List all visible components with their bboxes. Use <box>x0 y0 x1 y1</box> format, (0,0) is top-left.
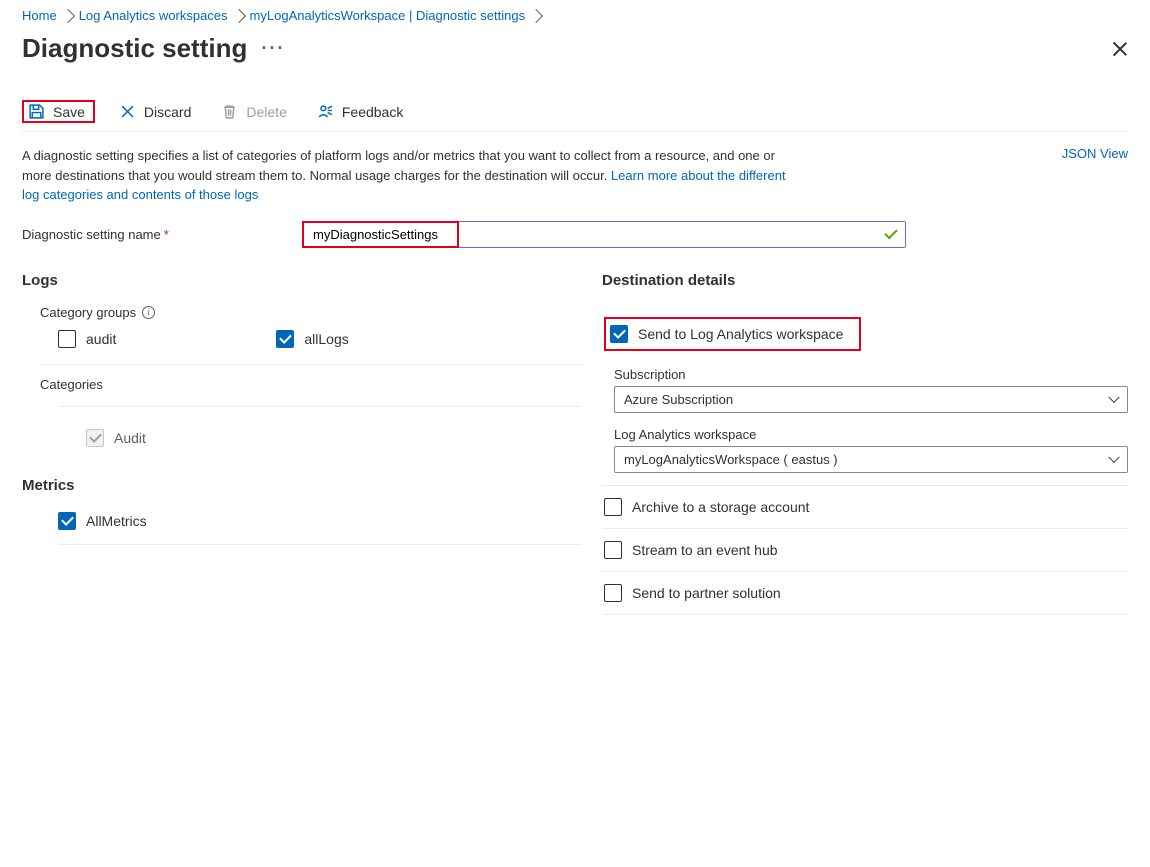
setting-name-input-wrapper <box>302 221 906 248</box>
page-title: Diagnostic setting ··· <box>22 33 285 64</box>
chevron-down-icon <box>1108 392 1119 403</box>
workspace-label: Log Analytics workspace <box>614 427 1128 442</box>
checkbox-audit-category: Audit <box>86 429 582 447</box>
chevron-right-icon <box>231 8 245 22</box>
breadcrumb-workspaces[interactable]: Log Analytics workspaces <box>79 8 228 23</box>
breadcrumb-diagnostic-settings[interactable]: myLogAnalyticsWorkspace | Diagnostic set… <box>250 8 526 23</box>
checkbox-icon <box>86 429 104 447</box>
save-button[interactable]: Save <box>22 100 95 123</box>
setting-name-label: Diagnostic setting name* <box>22 227 302 242</box>
toolbar: Save Discard Delete Feedback <box>22 100 1128 132</box>
destination-log-analytics: Send to Log Analytics workspace Subscrip… <box>602 305 1128 486</box>
feedback-button[interactable]: Feedback <box>311 100 409 123</box>
category-groups-label: Category groups i <box>40 305 582 320</box>
logs-header: Logs <box>22 272 582 289</box>
workspace-select[interactable]: myLogAnalyticsWorkspace ( eastus ) <box>614 446 1128 473</box>
breadcrumb: Home Log Analytics workspaces myLogAnaly… <box>22 6 1128 29</box>
checkbox-icon <box>604 541 622 559</box>
delete-button: Delete <box>215 100 292 123</box>
checkbox-label: Send to partner solution <box>632 585 781 601</box>
more-actions-icon[interactable]: ··· <box>261 38 285 59</box>
checkbox-allmetrics[interactable]: AllMetrics <box>58 512 582 530</box>
setting-name-input[interactable] <box>303 222 905 247</box>
checkbox-icon <box>276 330 294 348</box>
checkbox-label: Archive to a storage account <box>632 499 809 515</box>
subscription-label: Subscription <box>614 367 1128 382</box>
checkbox-archive-storage[interactable]: Archive to a storage account <box>604 498 1128 516</box>
select-value: myLogAnalyticsWorkspace ( eastus ) <box>624 452 838 467</box>
checkbox-icon <box>604 498 622 516</box>
checkbox-icon <box>604 584 622 602</box>
close-icon[interactable] <box>1112 41 1128 57</box>
save-label: Save <box>53 104 85 120</box>
select-value: Azure Subscription <box>624 392 733 407</box>
checkbox-label: Stream to an event hub <box>632 542 778 558</box>
chevron-right-icon <box>529 8 543 22</box>
delete-label: Delete <box>246 104 286 120</box>
checkbox-label: AllMetrics <box>86 513 147 529</box>
checkbox-audit-group[interactable]: audit <box>58 330 116 348</box>
destination-event-hub: Stream to an event hub <box>602 529 1128 572</box>
json-view-link[interactable]: JSON View <box>1062 146 1128 161</box>
destination-partner: Send to partner solution <box>602 572 1128 615</box>
discard-button[interactable]: Discard <box>113 100 197 123</box>
description-text: A diagnostic setting specifies a list of… <box>22 146 792 205</box>
checkbox-icon <box>58 512 76 530</box>
subscription-select[interactable]: Azure Subscription <box>614 386 1128 413</box>
info-icon[interactable]: i <box>142 306 155 319</box>
discard-label: Discard <box>144 104 191 120</box>
discard-icon <box>119 103 136 120</box>
checkbox-label: audit <box>86 331 116 347</box>
categories-label: Categories <box>40 377 582 392</box>
save-icon <box>28 103 45 120</box>
feedback-label: Feedback <box>342 104 403 120</box>
feedback-icon <box>317 103 334 120</box>
checkbox-label: Send to Log Analytics workspace <box>638 326 843 342</box>
checkbox-alllogs-group[interactable]: allLogs <box>276 330 348 348</box>
checkbox-label: Audit <box>114 430 146 446</box>
checkbox-stream-eventhub[interactable]: Stream to an event hub <box>604 541 1128 559</box>
delete-icon <box>221 103 238 120</box>
destination-storage: Archive to a storage account <box>602 486 1128 529</box>
metrics-header: Metrics <box>22 477 582 494</box>
destination-header: Destination details <box>602 272 1128 289</box>
chevron-down-icon <box>1108 452 1119 463</box>
checkbox-send-log-analytics[interactable]: Send to Log Analytics workspace <box>604 317 861 351</box>
checkbox-icon <box>610 325 628 343</box>
breadcrumb-home[interactable]: Home <box>22 8 57 23</box>
chevron-right-icon <box>61 8 75 22</box>
checkbox-label: allLogs <box>304 331 348 347</box>
checkbox-icon <box>58 330 76 348</box>
checkbox-partner-solution[interactable]: Send to partner solution <box>604 584 1128 602</box>
